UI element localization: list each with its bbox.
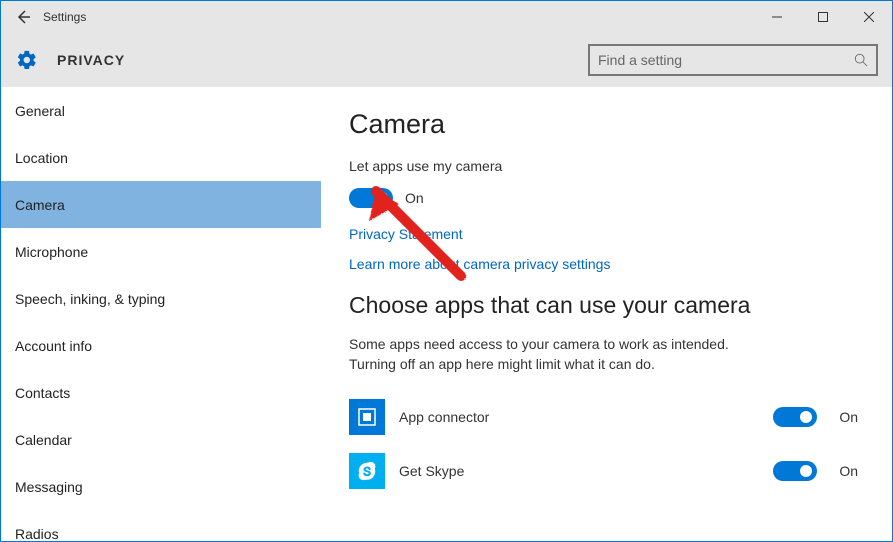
sidebar-item-location[interactable]: Location — [1, 134, 321, 181]
app-toggle-state: On — [827, 409, 858, 425]
sidebar-item-label: General — [15, 103, 65, 119]
let-apps-label: Let apps use my camera — [349, 158, 864, 174]
search-icon — [846, 53, 876, 67]
content: Camera Let apps use my camera On Privacy… — [321, 87, 892, 541]
sidebar-item-calendar[interactable]: Calendar — [1, 416, 321, 463]
app-toggle[interactable] — [773, 461, 817, 481]
app-name: Get Skype — [385, 463, 773, 479]
sidebar-item-label: Contacts — [15, 385, 70, 401]
sidebar-item-label: Microphone — [15, 244, 88, 260]
sidebar-item-label: Speech, inking, & typing — [15, 291, 165, 307]
sidebar-item-messaging[interactable]: Messaging — [1, 463, 321, 510]
maximize-button[interactable] — [800, 1, 846, 33]
app-row: Get Skype On — [349, 448, 864, 494]
sidebar-item-radios[interactable]: Radios — [1, 510, 321, 541]
sidebar-item-general[interactable]: General — [1, 87, 321, 134]
search-input[interactable] — [590, 52, 846, 68]
sidebar-item-account-info[interactable]: Account info — [1, 322, 321, 369]
sidebar: General Location Camera Microphone Speec… — [1, 87, 321, 541]
sidebar-item-label: Calendar — [15, 432, 72, 448]
sidebar-item-microphone[interactable]: Microphone — [1, 228, 321, 275]
sidebar-item-contacts[interactable]: Contacts — [1, 369, 321, 416]
section-label: PRIVACY — [39, 52, 125, 68]
sidebar-item-label: Location — [15, 150, 68, 166]
search-box[interactable] — [588, 44, 878, 76]
window-title: Settings — [39, 10, 86, 24]
sidebar-item-speech[interactable]: Speech, inking, & typing — [1, 275, 321, 322]
skype-icon — [349, 453, 385, 489]
learn-more-link[interactable]: Learn more about camera privacy settings — [349, 256, 864, 272]
master-toggle-row: On — [349, 188, 864, 208]
gear-icon — [15, 48, 39, 72]
back-button[interactable] — [7, 1, 39, 33]
choose-apps-desc: Some apps need access to your camera to … — [349, 335, 769, 374]
sidebar-item-label: Messaging — [15, 479, 83, 495]
app-name: App connector — [385, 409, 773, 425]
app-toggle-state: On — [827, 463, 858, 479]
app-connector-icon — [349, 399, 385, 435]
app-row: App connector On — [349, 394, 864, 440]
page-title: Camera — [349, 109, 864, 140]
title-bar: Settings — [1, 1, 892, 33]
app-toggle[interactable] — [773, 407, 817, 427]
close-button[interactable] — [846, 1, 892, 33]
master-toggle[interactable] — [349, 188, 393, 208]
sidebar-item-label: Camera — [15, 197, 65, 213]
header: PRIVACY — [1, 33, 892, 87]
choose-apps-title: Choose apps that can use your camera — [349, 292, 864, 319]
sidebar-item-label: Radios — [15, 526, 59, 542]
privacy-statement-link[interactable]: Privacy Statement — [349, 226, 864, 242]
sidebar-item-camera[interactable]: Camera — [1, 181, 321, 228]
minimize-button[interactable] — [754, 1, 800, 33]
sidebar-item-label: Account info — [15, 338, 92, 354]
master-toggle-state: On — [393, 190, 424, 206]
